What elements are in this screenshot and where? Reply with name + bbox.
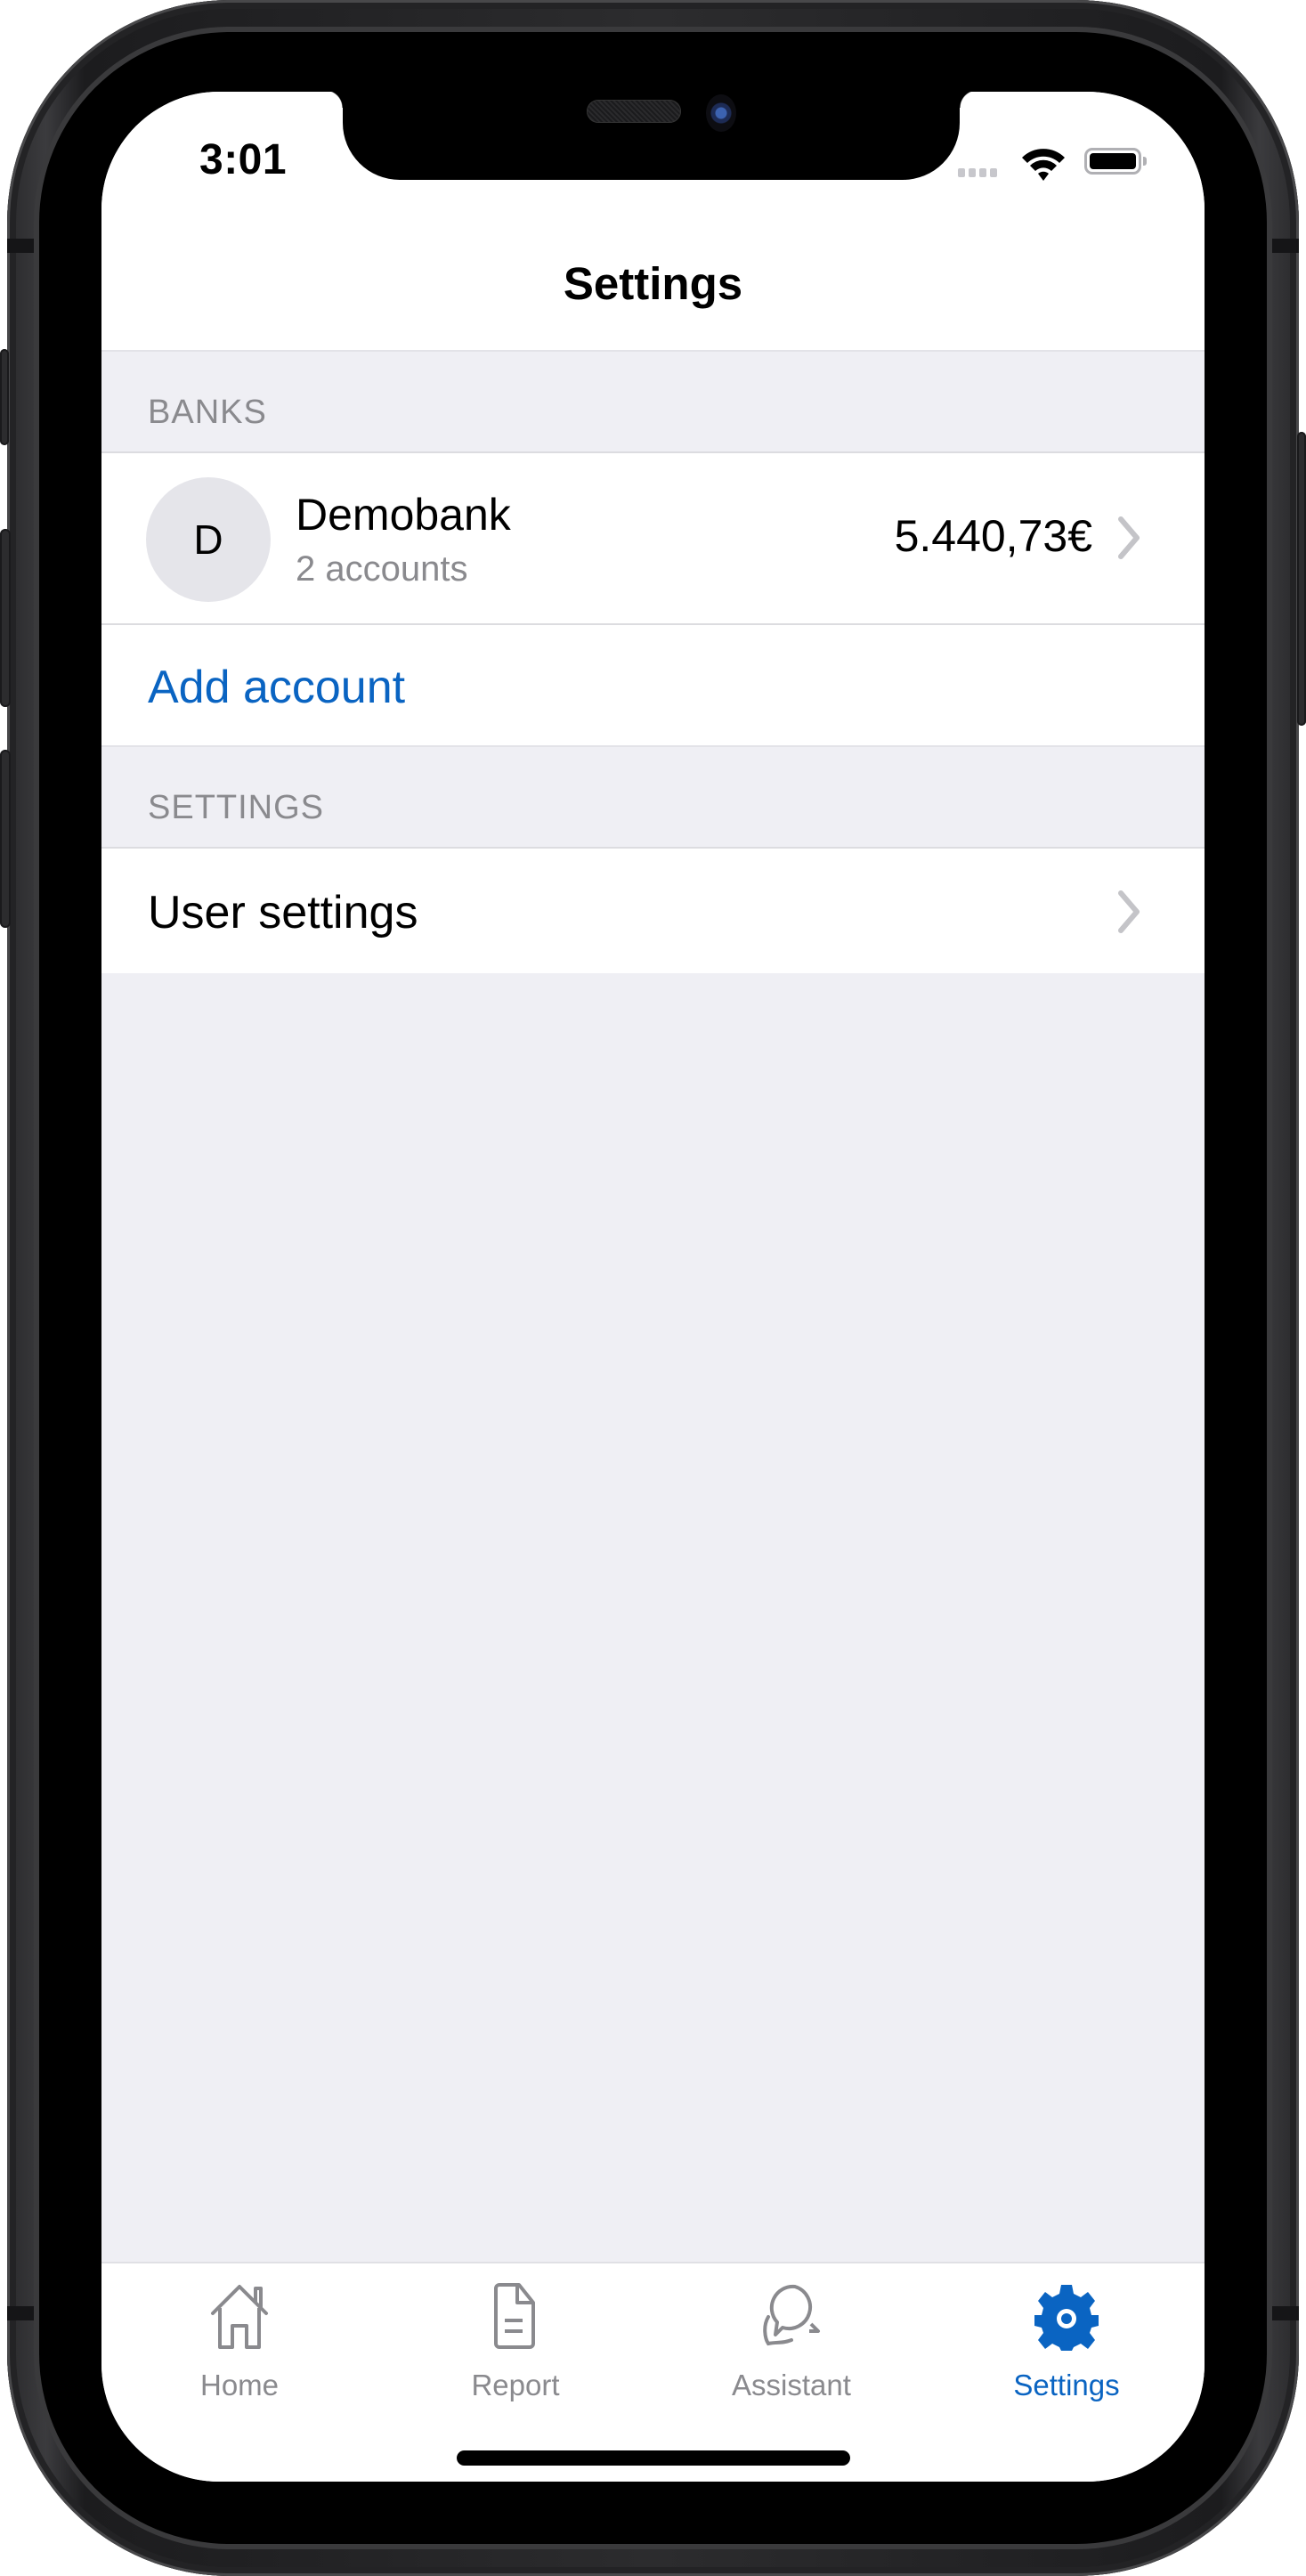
user-settings-row[interactable]: User settings (101, 847, 1205, 973)
volume-down-button (0, 750, 11, 928)
add-account-row[interactable]: Add account (101, 623, 1205, 745)
silent-switch (0, 349, 9, 445)
wifi-icon (1022, 149, 1065, 181)
bank-account-count: 2 accounts (296, 549, 468, 589)
bank-row-demobank[interactable]: D Demobank 2 accounts 5.440,73€ (101, 451, 1205, 623)
speaker-grille (587, 100, 681, 123)
gear-icon (1034, 2285, 1099, 2351)
section-header-label: SETTINGS (148, 789, 325, 826)
home-indicator[interactable] (457, 2450, 850, 2466)
antenna-band (1272, 2306, 1299, 2320)
section-header-banks: BANKS (101, 350, 1205, 451)
home-icon (211, 2285, 268, 2349)
power-button (1297, 432, 1306, 726)
chevron-right-icon (1118, 516, 1140, 559)
section-header-settings: SETTINGS (101, 745, 1205, 847)
tab-label: Home (199, 2369, 280, 2401)
user-settings-label: User settings (148, 887, 418, 939)
tab-label: Assistant (732, 2369, 851, 2401)
notch (325, 92, 977, 180)
navigation-bar: Settings (101, 190, 1205, 350)
cellular-signal-icon (958, 168, 997, 177)
tab-label: Settings (1013, 2369, 1120, 2401)
document-icon (494, 2283, 535, 2349)
tab-bar: Home Report Assistant Settings (101, 2262, 1205, 2482)
page-title: Settings (563, 258, 743, 309)
section-header-label: BANKS (148, 394, 267, 431)
volume-up-button (0, 529, 11, 707)
battery-tip (1143, 157, 1147, 166)
bank-balance: 5.440,73€ (894, 511, 1092, 561)
avatar-letter: D (193, 516, 223, 563)
battery-icon (1084, 148, 1141, 175)
screen: 3:01 Settings BANKS D Demobank 2 account… (101, 92, 1205, 2482)
tab-report[interactable]: Report (377, 2263, 653, 2424)
tab-label: Report (471, 2369, 560, 2401)
tab-home[interactable]: Home (101, 2263, 377, 2424)
antenna-band (7, 239, 34, 253)
front-camera (706, 94, 736, 132)
tab-settings[interactable]: Settings (929, 2263, 1205, 2424)
add-account-button[interactable]: Add account (148, 661, 405, 714)
bank-avatar: D (146, 477, 271, 602)
bank-name: Demobank (296, 490, 511, 540)
antenna-band (7, 2306, 34, 2320)
chat-bubbles-icon (763, 2284, 820, 2346)
tab-assistant[interactable]: Assistant (653, 2263, 929, 2424)
antenna-band (1272, 239, 1299, 253)
status-time: 3:01 (199, 136, 288, 183)
chevron-right-icon (1118, 890, 1140, 933)
